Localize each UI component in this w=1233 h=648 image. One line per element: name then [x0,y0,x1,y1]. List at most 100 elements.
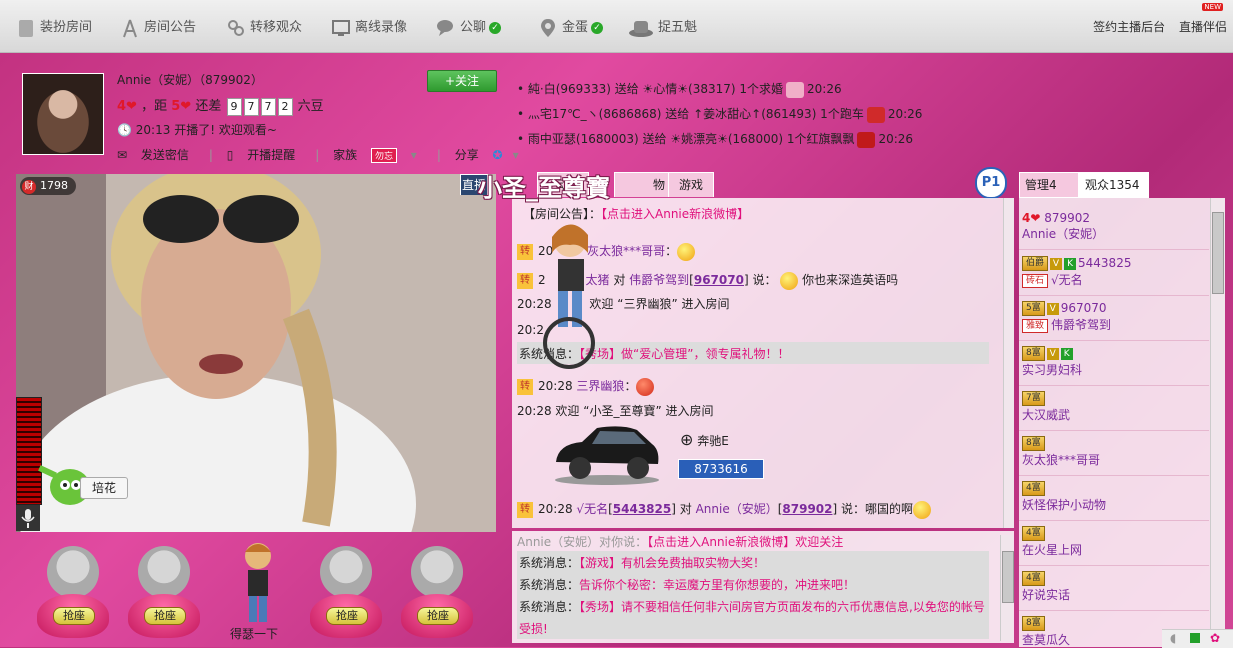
grab-seat-button[interactable]: 抢座 [417,607,459,625]
tab-managers[interactable]: 管理4 [1019,172,1079,198]
wealth-icon: 财 [22,180,36,194]
user-tag: 雅致 [1022,318,1049,333]
rank-badge: 5富 [1022,301,1045,316]
rank-badge: 8富 [1022,616,1045,631]
system-message: 系统消息：【秀场】请不要相信任何非六间房官方页面发布的六币优惠信息,以免您的帐号… [517,595,989,639]
check-icon: ✓ [489,21,502,34]
grin-emoji-icon [677,242,696,261]
live-companion-link[interactable]: 直播伴侣 [1179,20,1227,34]
chat-scrollbar[interactable] [1003,198,1014,528]
list-item[interactable]: 8富 查莫瓜久 [1022,616,1070,648]
seat-slot: 抢座 [401,544,473,642]
forward-badge[interactable]: 转 [517,501,533,518]
send-message-action[interactable]: ✉ 发送密信 [117,148,199,162]
top-right-links: 签约主播后台 直播伴侣 [1083,18,1227,35]
gift-line: • 灬宅17℃_ヽ(8686868) 送给 ↑姜冰甜心↑(861493) 1个跑… [517,106,923,123]
tab-audience[interactable]: 观众1354 [1079,172,1149,198]
level-next: 5 [171,99,181,114]
nav-room-announcement[interactable]: 房间公告 [120,14,196,42]
speaker-icon[interactable]: ◖ [1170,631,1176,645]
anchor-level-row: 4❤ ，距 5❤ 还差 9772 六豆 [117,98,324,116]
entrance-cyclist-icon [538,213,600,378]
forward-badge[interactable]: 转 [517,378,533,395]
gift-ring-icon [786,81,805,98]
user-list-scrollbar[interactable] [1210,198,1225,647]
nav-golden-egg[interactable]: 金蛋 ✓ [538,14,604,42]
heart-icon: ❤ [180,99,192,114]
water-flower-button[interactable]: 培花 [80,477,128,499]
angry-emoji-icon [636,377,655,396]
seat-slot: 抢座 [37,544,109,642]
tab-gift[interactable]: 物 [614,172,670,197]
gift-line: • 純·白(969333) 送给 ☀心情☀(38317) 1个求婚 20:26 [517,81,842,98]
forward-badge[interactable]: 转 [517,272,533,289]
remind-action[interactable]: ▯ 开播提醒 [227,148,305,162]
private-chat-scrollbar[interactable] [1000,535,1014,641]
level-current: 4 [117,99,127,114]
microphone-icon[interactable] [16,505,40,531]
link-icon [226,18,246,38]
vip-badge: V [1046,347,1059,360]
smile-emoji-icon [780,271,799,290]
list-item[interactable]: 8富 V K 实习男妇科 [1022,346,1082,378]
empty-seat-icon [320,546,372,598]
list-item[interactable]: 4富 妖怪保护小动物 [1022,481,1106,513]
seat-slot: 抢座 [128,544,200,642]
top-navigation-bar: 装扮房间 房间公告 转移观众 离线录像 公聊 ✓ 金蛋 ✓ 捉五魁 签约主播后台 直… [0,0,1233,53]
monitor-icon [331,18,351,38]
gift-line: • 雨中亚瑟(1680003) 送给 ☀姚漂亮☀(168000) 1个红旗飘飘 2… [517,131,914,148]
chat-message: 转 20:28 三界幽狼： [517,377,655,396]
gift-broadcast-panel: • 純·白(969333) 送给 ☀心情☀(38317) 1个求婚 20:26 •… [512,63,1224,163]
gift-flag-icon [857,131,876,148]
rank-badge: 伯爵 [1022,256,1049,271]
nav-public-chat[interactable]: 公聊 ✓ [436,14,502,42]
list-item[interactable]: 7富 大汉威武 [1022,391,1070,423]
list-item[interactable]: 8富 灰太狼***哥哥 [1022,436,1100,468]
grab-seat-button[interactable]: 抢座 [53,607,95,625]
system-message: 系统消息：【游戏】有机会免费抽取实物大奖！ [517,551,989,573]
rank-badge: 8富 [1022,346,1045,361]
announcement-link[interactable]: 【点击进入Annie新浪微博】 [601,207,749,221]
clock-icon: 🕓 [117,123,132,137]
nav-decorate-room[interactable]: 装扮房间 [16,14,92,42]
system-message: 系统消息：告诉你个秘密：幸运魔方里有你想要的，冲进来吧！ [517,573,989,595]
grab-seat-button[interactable]: 抢座 [326,607,368,625]
digit-box: 9 [226,98,242,116]
follow-button[interactable]: +关注 [427,70,497,92]
list-item[interactable]: 4富 在火星上网 [1022,526,1082,558]
gift-car-icon [866,106,885,123]
nav-offline-recording[interactable]: 离线录像 [331,14,407,42]
k-badge: K [1064,257,1077,270]
envelope-icon: ✉ [117,148,128,162]
list-item[interactable]: 伯爵 V K 5443825 砖石 √无名 [1022,256,1131,288]
vip-badge: V [1046,302,1059,315]
wink-emoji-icon [913,500,932,519]
forward-badge[interactable]: 转 [517,243,533,260]
anchor-action-row: ✉ 发送密信 | ▯ 开播提醒 | 家族 勿忘 ▾ | 分享 ✪ ▾ [117,146,539,163]
private-message: Annie（安妮）对你说：【点击进入Annie新浪微博】欢迎关注 [517,535,844,549]
family-action[interactable]: 家族 勿忘 ▾ [333,148,427,163]
anchor-avatar[interactable] [22,73,104,155]
chat-message: 转 20:28 √无名[5443825] 对 Annie（安妮）[879902] … [517,500,932,519]
seat-occupant-name: 得瑟一下 [230,627,279,641]
grab-seat-button[interactable]: 抢座 [144,607,186,625]
nav-catch-game[interactable]: 捉五魁 [628,14,697,42]
heart-icon: ❤ [126,99,137,114]
wealth-indicator: 财 1798 [20,177,76,195]
anchor-backend-link[interactable]: 签约主播后台 [1093,20,1165,34]
rank-badge: 4富 [1022,526,1045,541]
page-one-badge[interactable]: P1 [975,167,1007,199]
entrance-effect-name: 小圣_至尊寶 [478,173,610,202]
rank-badge: 7富 [1022,391,1045,406]
car-brand: ⊕ 奔驰E [680,430,729,449]
tab-game[interactable]: 游戏 [668,172,714,197]
new-badge: NEW [1202,3,1223,11]
empty-seat-icon [47,546,99,598]
digit-box: 7 [243,98,259,116]
list-item[interactable]: 4富 好说实话 [1022,571,1070,603]
anchor-name: Annie（安妮）（879902） [117,73,263,87]
list-item[interactable]: 4❤ 879902 Annie（安妮） [1022,211,1104,242]
nav-transfer-audience[interactable]: 转移观众 [226,14,302,42]
list-item[interactable]: 5富 V 967070 雅致 伟爵爷驾到 [1022,301,1111,333]
antenna-icon [120,18,140,38]
